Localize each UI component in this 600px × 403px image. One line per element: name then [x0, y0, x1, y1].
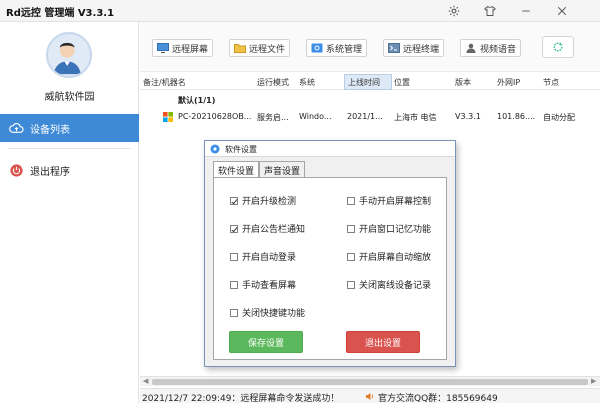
- sidebar-item-label: 设备列表: [30, 124, 70, 136]
- column-header[interactable]: 版本: [455, 77, 471, 88]
- device-group[interactable]: 默认(1/1): [140, 93, 600, 107]
- cell-location: 上海市 电信: [394, 113, 437, 122]
- sidebar-item-exit[interactable]: 退出程序: [0, 156, 139, 184]
- checkbox[interactable]: [347, 252, 355, 261]
- group-label: 默认(1/1): [178, 96, 216, 105]
- gear-icon: [448, 5, 460, 17]
- close-icon: [557, 6, 567, 16]
- checkbox[interactable]: [230, 196, 238, 205]
- column-header[interactable]: 备注/机器名: [143, 77, 186, 88]
- dialog-title: 软件设置: [225, 145, 257, 154]
- scroll-left-icon[interactable]: ◀: [143, 377, 148, 385]
- remote-screen-button[interactable]: 远程屏幕: [152, 39, 214, 57]
- user-icon: [466, 43, 476, 53]
- video-voice-button[interactable]: 视频语音: [460, 39, 522, 57]
- column-header[interactable]: 位置: [394, 77, 410, 88]
- remote-file-button[interactable]: 远程文件: [229, 39, 291, 57]
- avatar: [46, 32, 92, 78]
- settings-dialog: 软件设置 软件设置 声音设置 开启升级检测 开启公告栏通知 开启自动登录 手动查…: [204, 140, 456, 367]
- option-screen-auto-scale[interactable]: 开启屏幕自动缩放: [347, 250, 431, 263]
- cell-name: PC-20210628OB...: [178, 112, 252, 121]
- monitor-icon: [157, 43, 169, 53]
- checkbox[interactable]: [347, 196, 355, 205]
- exit-settings-button[interactable]: 退出设置: [346, 331, 420, 353]
- tab-sound-settings[interactable]: 声音设置: [259, 161, 306, 177]
- column-header[interactable]: 外网IP: [497, 77, 520, 88]
- option-disable-offline-records[interactable]: 关闭离线设备记录: [347, 278, 431, 291]
- gear-icon: [311, 43, 323, 53]
- cell-ip: 101.86....: [497, 112, 536, 121]
- cell-mode: 服务启...: [257, 113, 289, 122]
- remote-terminal-button[interactable]: 远程终端: [383, 39, 445, 57]
- minimize-button[interactable]: [515, 2, 537, 20]
- option-upgrade-check[interactable]: 开启升级检测: [230, 194, 296, 207]
- checkbox[interactable]: [347, 224, 355, 233]
- option-disable-hotkeys[interactable]: 关闭快捷键功能: [230, 306, 305, 319]
- speaker-icon: [365, 392, 374, 401]
- folder-icon: [234, 44, 246, 53]
- column-header[interactable]: 系统: [299, 77, 315, 88]
- checkbox[interactable]: [230, 280, 238, 289]
- scrollbar-thumb[interactable]: [152, 379, 588, 385]
- cell-os: Windo...: [299, 112, 332, 121]
- device-table-header: 备注/机器名 运行模式 系统 上线时间 位置 版本 外网IP 节点: [140, 74, 600, 90]
- option-manual-view-screen[interactable]: 手动查看屏幕: [230, 278, 296, 291]
- shirt-icon: [484, 5, 496, 16]
- status-message: 2021/12/7 22:09:49：远程屏幕命令发送成功！: [142, 394, 340, 403]
- sidebar-item-label: 退出程序: [30, 166, 70, 178]
- checkbox[interactable]: [230, 224, 238, 233]
- scroll-right-icon[interactable]: ▶: [591, 377, 596, 385]
- cell-node: 自动分配: [543, 113, 575, 122]
- sidebar-divider: [8, 148, 131, 149]
- close-button[interactable]: [551, 2, 573, 20]
- terminal-icon: [388, 43, 400, 53]
- settings-button[interactable]: [443, 2, 465, 20]
- sidebar-item-devices[interactable]: 设备列表: [0, 114, 139, 142]
- org-name: 威航软件园: [44, 92, 95, 103]
- title-bar: Rd远控 管理端 V3.3.1: [0, 0, 600, 22]
- toolbar: 远程屏幕 远程文件 系统管理 远程终端 视频语音: [140, 22, 600, 72]
- checkbox[interactable]: [230, 252, 238, 261]
- qq-group-contact[interactable]: 官方交流QQ群：185569649: [378, 391, 498, 403]
- horizontal-scrollbar[interactable]: ◀ ▶: [140, 376, 600, 386]
- power-icon: [8, 162, 24, 178]
- dialog-title-bar: 软件设置: [205, 141, 455, 157]
- checkbox[interactable]: [230, 308, 238, 317]
- refresh-icon: [553, 42, 563, 52]
- cell-version: V3.3.1: [455, 112, 481, 121]
- settings-app-icon: [210, 144, 220, 154]
- column-header[interactable]: 运行模式: [257, 77, 289, 88]
- cell-time: 2021/1...: [347, 112, 383, 121]
- option-window-memory[interactable]: 开启窗口记忆功能: [347, 222, 431, 235]
- skin-button[interactable]: [479, 2, 501, 20]
- table-row[interactable]: PC-20210628OB... 服务启... Windo... 2021/1.…: [140, 108, 600, 126]
- windows-logo-icon: [163, 112, 173, 122]
- system-manage-button[interactable]: 系统管理: [306, 39, 368, 57]
- checkbox[interactable]: [347, 280, 355, 289]
- sidebar: 威航软件园 设备列表 退出程序: [0, 22, 139, 403]
- option-auto-login[interactable]: 开启自动登录: [230, 250, 296, 263]
- option-manual-screen-control[interactable]: 手动开启屏幕控制: [347, 194, 431, 207]
- refresh-button[interactable]: [542, 36, 574, 58]
- minimize-icon: [522, 10, 530, 12]
- column-header-sorted[interactable]: 上线时间: [344, 74, 392, 90]
- cloud-upload-icon: [8, 120, 24, 136]
- column-header[interactable]: 节点: [543, 77, 559, 88]
- status-bar: 2021/12/7 22:09:49：远程屏幕命令发送成功！ 官方交流QQ群：1…: [140, 388, 600, 403]
- save-settings-button[interactable]: 保存设置: [229, 331, 303, 353]
- app-title: Rd远控 管理端 V3.3.1: [6, 8, 115, 19]
- option-notice-bar[interactable]: 开启公告栏通知: [230, 222, 305, 235]
- tab-software-settings[interactable]: 软件设置: [213, 161, 260, 178]
